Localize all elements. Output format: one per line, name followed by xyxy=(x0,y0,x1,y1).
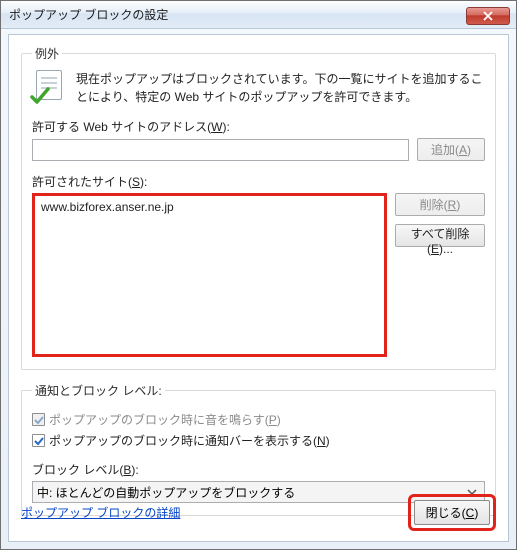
notifybar-checkbox-row[interactable]: ポップアップのブロック時に通知バーを表示する(N) xyxy=(32,432,485,449)
window-close-button[interactable] xyxy=(466,7,510,25)
sound-checkbox-row[interactable]: ポップアップのブロック時に音を鳴らす(P) xyxy=(32,411,485,428)
add-button[interactable]: 追加(A) xyxy=(417,138,485,161)
sound-label: ポップアップのブロック時に音を鳴らす(P) xyxy=(49,411,281,428)
allowed-sites-label: 許可されたサイト(S): xyxy=(32,173,485,190)
client-area: 例外 現在ポップアップはブロックされています。下の一覧にサイトを追加することによ… xyxy=(8,34,509,542)
titlebar: ポップアップ ブロックの設定 xyxy=(1,1,516,29)
address-label: 許可する Web サイトのアドレス(W): xyxy=(32,118,485,135)
close-icon xyxy=(483,11,493,21)
sound-checkbox[interactable] xyxy=(32,413,45,426)
notify-legend: 通知とブロック レベル: xyxy=(32,382,165,399)
remove-all-button[interactable]: すべて削除(E)... xyxy=(395,224,485,247)
details-link[interactable]: ポップアップ ブロックの詳細 xyxy=(21,504,180,521)
remove-button[interactable]: 削除(R) xyxy=(395,193,485,216)
allowed-sites-list[interactable]: www.bizforex.anser.ne.jp xyxy=(32,193,387,357)
notifybar-label: ポップアップのブロック時に通知バーを表示する(N) xyxy=(49,432,330,449)
info-row: 現在ポップアップはブロックされています。下の一覧にサイトを追加することにより、特… xyxy=(32,70,485,106)
window-title: ポップアップ ブロックの設定 xyxy=(9,6,168,23)
check-icon xyxy=(34,436,44,446)
exceptions-group: 例外 現在ポップアップはブロックされています。下の一覧にサイトを追加することによ… xyxy=(21,45,496,370)
dialog-window: ポップアップ ブロックの設定 例外 現在ポップアップはブロックされています。下の… xyxy=(0,0,517,550)
check-icon xyxy=(34,415,44,425)
popup-allowed-icon xyxy=(32,70,66,104)
footer-row: ポップアップ ブロックの詳細 閉じる(C) xyxy=(21,494,496,531)
notifybar-checkbox[interactable] xyxy=(32,434,45,447)
list-item[interactable]: www.bizforex.anser.ne.jp xyxy=(39,199,380,215)
info-text: 現在ポップアップはブロックされています。下の一覧にサイトを追加することにより、特… xyxy=(76,70,485,106)
close-highlight: 閉じる(C) xyxy=(408,494,496,531)
block-level-label: ブロック レベル(B): xyxy=(32,461,485,478)
address-input[interactable] xyxy=(32,139,409,161)
close-button[interactable]: 閉じる(C) xyxy=(414,500,490,525)
exceptions-legend: 例外 xyxy=(32,45,62,62)
